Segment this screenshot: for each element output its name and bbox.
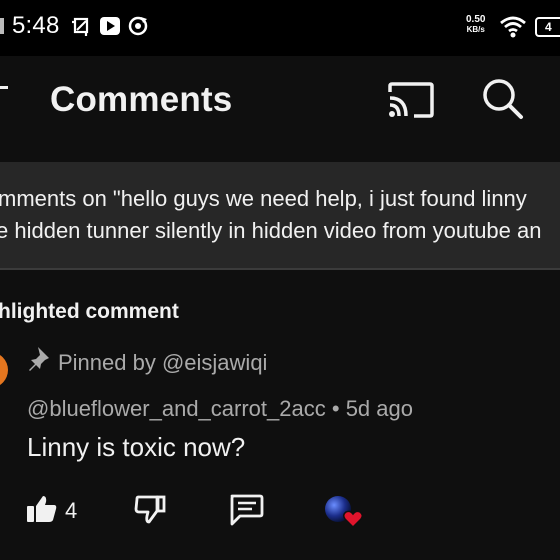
avatar[interactable]	[0, 352, 8, 388]
comments-header-banner	[0, 162, 560, 270]
pinned-by-label: Pinned by @eisjawiqi	[58, 350, 268, 375]
screenshot-icon	[72, 17, 89, 36]
reply-icon[interactable]	[228, 494, 264, 526]
like-count: 4	[65, 498, 78, 523]
network-speed-unit: KB/s	[466, 25, 485, 34]
cast-icon[interactable]	[388, 82, 434, 118]
youtube-icon	[100, 17, 120, 35]
header-line-1: mments on "hello guys we need help, i ju…	[0, 186, 527, 211]
network-speed-value: 0.50	[466, 14, 486, 25]
header-line-2: e hidden tunner silently in hidden video…	[0, 218, 542, 243]
like-icon[interactable]	[26, 494, 58, 524]
status-bar: 5:48 0.50 KB/s 4	[0, 0, 560, 56]
comment-author[interactable]: @blueflower_and_carrot_2acc	[27, 396, 326, 421]
search-icon[interactable]	[482, 78, 524, 120]
creator-heart-icon	[325, 496, 364, 528]
back-arrow-icon[interactable]	[0, 86, 8, 89]
sync-icon	[128, 16, 148, 36]
pin-icon	[29, 347, 49, 371]
wifi-icon	[500, 16, 526, 38]
meta-separator: •	[331, 396, 340, 421]
signal-icon	[0, 18, 4, 34]
status-time: 5:48	[12, 12, 60, 39]
dislike-icon[interactable]	[134, 494, 166, 524]
comment-age: 5d ago	[345, 396, 413, 421]
comment-text: Linny is toxic now?	[27, 432, 246, 462]
network-speed: 0.50 KB/s	[466, 15, 485, 35]
page-title: Comments	[50, 80, 233, 119]
battery-indicator: 4	[535, 17, 560, 37]
comment-meta: @blueflower_and_carrot_2acc • 5d ago	[27, 396, 413, 422]
section-title: hlighted comment	[0, 300, 179, 323]
